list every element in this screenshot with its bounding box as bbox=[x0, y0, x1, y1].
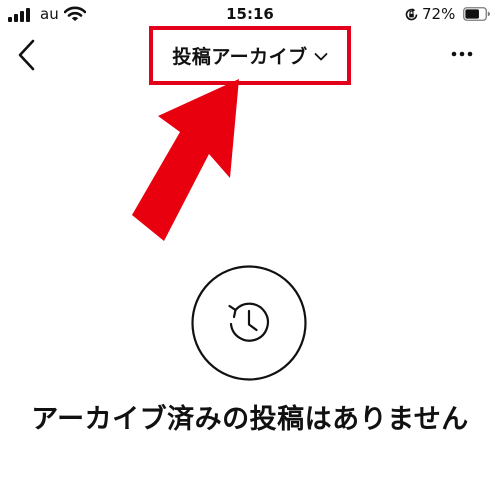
empty-state-message: アーカイブ済みの投稿はありません bbox=[31, 404, 469, 435]
chevron-left-icon bbox=[18, 39, 35, 71]
battery-icon bbox=[463, 7, 490, 21]
rotation-lock-icon bbox=[405, 8, 418, 21]
back-button[interactable] bbox=[14, 36, 40, 74]
more-options-button[interactable] bbox=[448, 44, 476, 64]
empty-state-icon bbox=[191, 265, 307, 381]
battery-percent: 72% bbox=[422, 5, 456, 23]
history-clock-icon bbox=[228, 302, 270, 342]
annotation-arrow bbox=[132, 79, 239, 241]
more-horizontal-icon bbox=[451, 51, 473, 57]
